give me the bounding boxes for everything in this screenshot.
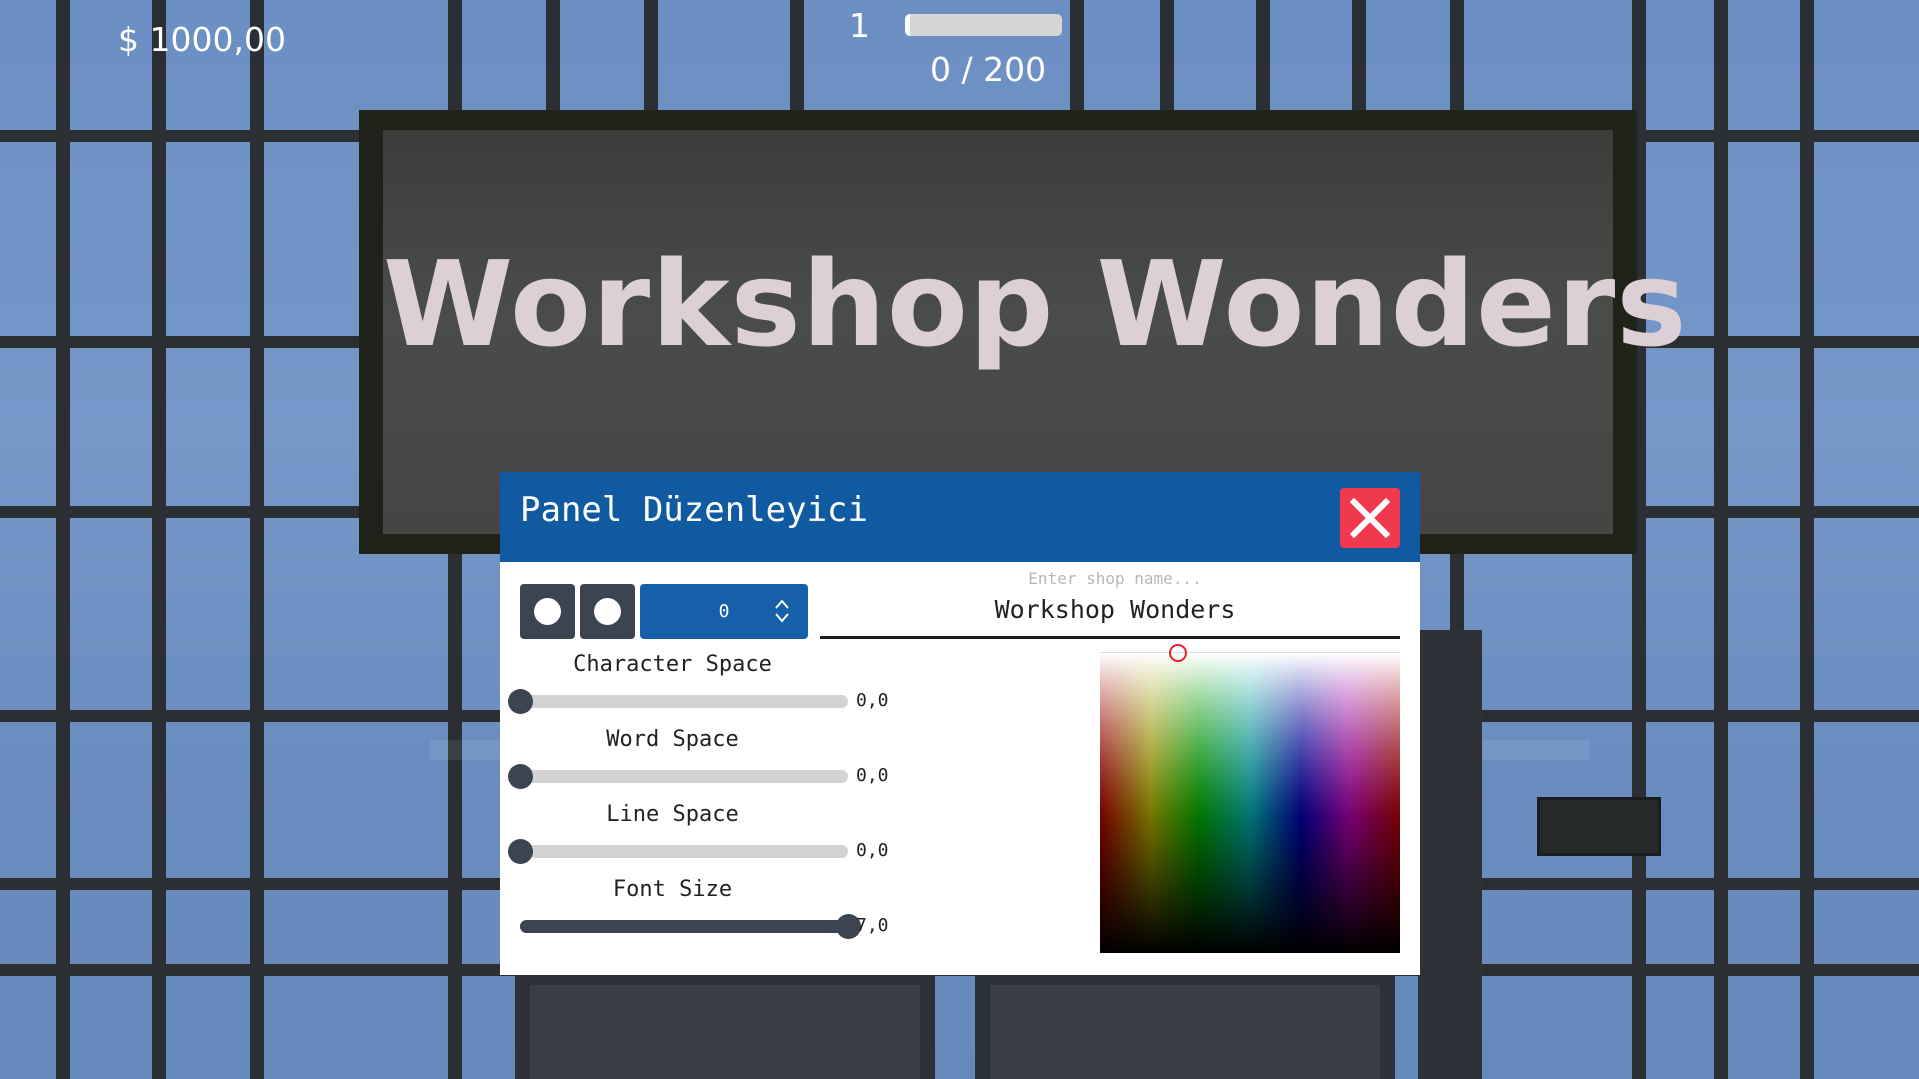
- xp-progress-fill: [905, 14, 910, 36]
- color-picker[interactable]: [1100, 644, 1400, 953]
- chevron-up-down-icon[interactable]: [774, 598, 790, 624]
- font-size-value: 7,0: [856, 915, 889, 936]
- slider-handle[interactable]: [508, 839, 533, 864]
- door-frame: [1418, 630, 1482, 1079]
- character-space-slider[interactable]: [508, 689, 848, 714]
- slider-label-font-size: Font Size: [612, 877, 733, 902]
- wall-mailbox: [1537, 797, 1661, 856]
- color-picker-cursor[interactable]: [1169, 644, 1187, 662]
- slider-handle[interactable]: [508, 689, 533, 714]
- slider-label-line-space: Line Space: [606, 802, 739, 827]
- circle-icon: [534, 598, 561, 625]
- shop-name-input[interactable]: Workshop Wonders: [830, 595, 1400, 624]
- window-frame-bar: [1800, 0, 1814, 1079]
- slider-handle[interactable]: [508, 764, 533, 789]
- character-space-value: 0,0: [856, 690, 889, 711]
- align-left-button[interactable]: [520, 584, 575, 639]
- panel-header: Panel Düzenleyici: [500, 472, 1420, 562]
- font-size-slider[interactable]: [520, 914, 861, 939]
- glass-reflection: [1480, 740, 1590, 760]
- money-display: $ 1000,00: [118, 20, 286, 59]
- xp-progress-bar: [905, 14, 1062, 36]
- align-right-button[interactable]: [580, 584, 635, 639]
- line-space-value: 0,0: [856, 840, 889, 861]
- level-display: 1: [849, 6, 870, 45]
- number-stepper[interactable]: 0: [640, 584, 808, 639]
- window-frame-bar: [152, 0, 166, 1079]
- line-space-slider[interactable]: [508, 839, 848, 864]
- shop-name-underline: [820, 636, 1400, 639]
- close-button[interactable]: [1340, 488, 1400, 548]
- shop-name-placeholder: Enter shop name...: [1028, 569, 1202, 588]
- window-frame-bar: [250, 0, 264, 1079]
- window-frame-bar: [56, 0, 70, 1079]
- xp-display: 0 / 200: [930, 50, 1047, 89]
- panel-title: Panel Düzenleyici: [520, 490, 868, 530]
- slider-label-character-space: Character Space: [573, 652, 772, 677]
- door-glass: [990, 985, 1380, 1079]
- panel-editor-dialog: Panel Düzenleyici 0 Enter shop name... W…: [500, 472, 1420, 975]
- circle-icon: [594, 598, 621, 625]
- door-glass: [530, 985, 920, 1079]
- slider-fill: [520, 920, 848, 933]
- window-frame-bar: [1714, 0, 1728, 1079]
- shop-sign-text: Workshop Wonders: [383, 235, 1688, 373]
- word-space-value: 0,0: [856, 765, 889, 786]
- word-space-slider[interactable]: [508, 764, 848, 789]
- slider-label-word-space: Word Space: [606, 727, 739, 752]
- close-icon: [1350, 498, 1390, 538]
